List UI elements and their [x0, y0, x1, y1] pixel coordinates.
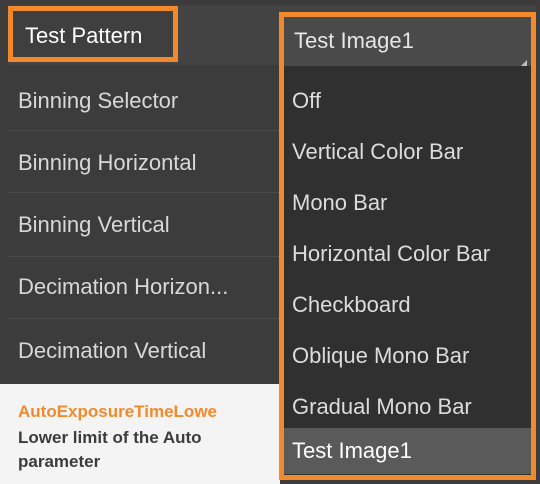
- description-text-line2: parameter: [18, 452, 101, 471]
- option-test-image1[interactable]: Test Image1: [284, 428, 531, 474]
- test-pattern-label-box: Test Pattern: [8, 6, 178, 62]
- property-decimation-horizontal[interactable]: Decimation Horizon...: [18, 274, 228, 300]
- selected-value: Test Image1: [294, 28, 414, 53]
- test-pattern-select[interactable]: Test Image1: [279, 12, 536, 70]
- test-pattern-dropdown-list: Off Vertical Color Bar Mono Bar Horizont…: [279, 66, 536, 480]
- property-binning-vertical[interactable]: Binning Vertical: [18, 212, 170, 238]
- row-divider: [8, 192, 280, 193]
- option-label: Gradual Mono Bar: [292, 394, 472, 419]
- description-area: AutoExposureTimeLowe Lower limit of the …: [0, 384, 280, 484]
- option-label: Vertical Color Bar: [292, 139, 464, 164]
- option-gradual-mono-bar[interactable]: Gradual Mono Bar: [284, 384, 531, 430]
- row-divider: [8, 256, 280, 257]
- property-binning-horizontal[interactable]: Binning Horizontal: [18, 150, 197, 176]
- description-title: AutoExposureTimeLowe: [18, 402, 217, 421]
- option-horizontal-color-bar[interactable]: Horizontal Color Bar: [284, 231, 531, 277]
- property-binning-selector[interactable]: Binning Selector: [18, 88, 178, 114]
- option-checkboard[interactable]: Checkboard: [284, 282, 531, 328]
- description-text-line1: Lower limit of the Auto: [18, 428, 202, 447]
- option-label: Oblique Mono Bar: [292, 343, 470, 368]
- option-label: Checkboard: [292, 292, 411, 317]
- option-label: Test Image1: [292, 438, 412, 463]
- test-pattern-label: Test Pattern: [25, 23, 143, 48]
- option-off[interactable]: Off: [284, 78, 531, 124]
- row-divider: [8, 130, 280, 131]
- option-mono-bar[interactable]: Mono Bar: [284, 180, 531, 226]
- option-label: Horizontal Color Bar: [292, 241, 491, 266]
- option-label: Mono Bar: [292, 190, 388, 215]
- properties-panel: Test Pattern Test Image1 Binning Selecto…: [0, 0, 540, 484]
- option-label: Off: [292, 88, 321, 113]
- option-vertical-color-bar[interactable]: Vertical Color Bar: [284, 129, 531, 175]
- option-oblique-mono-bar[interactable]: Oblique Mono Bar: [284, 333, 531, 379]
- property-decimation-vertical[interactable]: Decimation Vertical: [18, 338, 206, 364]
- row-divider: [8, 318, 280, 319]
